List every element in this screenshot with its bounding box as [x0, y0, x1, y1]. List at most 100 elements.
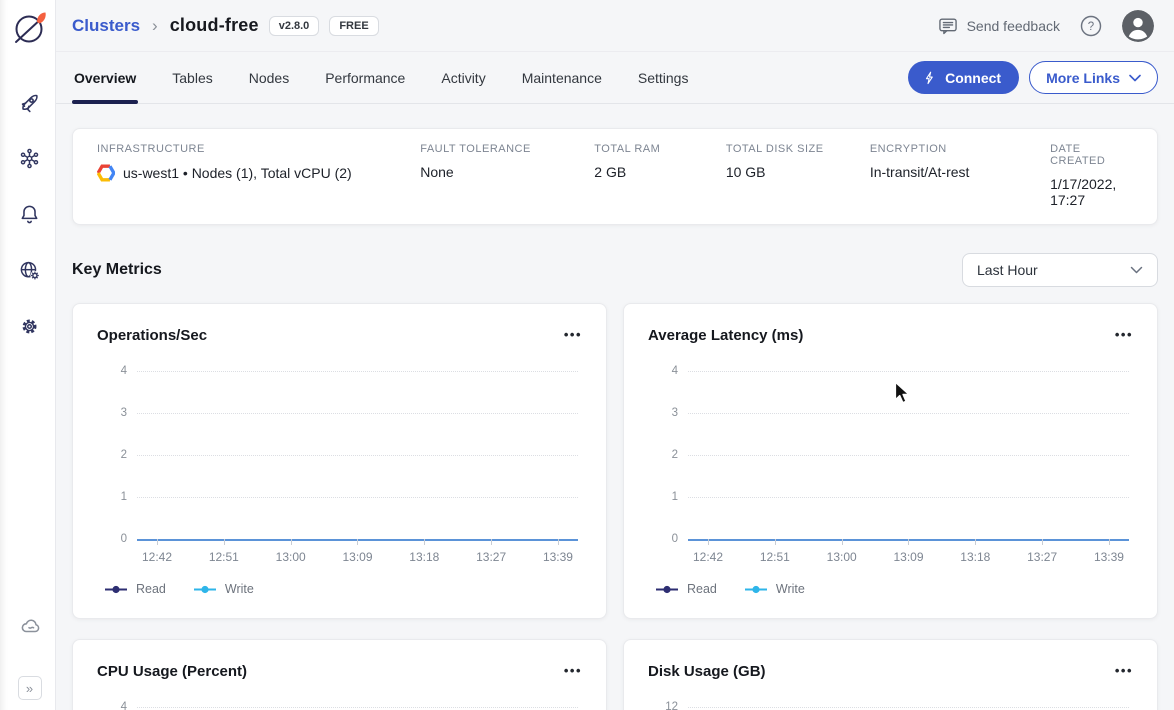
chart-title: Average Latency (ms): [648, 327, 803, 344]
more-links-button[interactable]: More Links: [1029, 61, 1158, 94]
gridline: [688, 707, 1129, 708]
avatar-person-icon: [1122, 10, 1154, 42]
sidebar-item-settings[interactable]: [17, 313, 43, 339]
cloud-status[interactable]: [19, 613, 45, 639]
gridline: [688, 497, 1129, 498]
x-tick: [271, 539, 311, 545]
sidebar-item-organization[interactable]: [17, 257, 43, 283]
x-tick: [688, 539, 728, 545]
breadcrumb-clusters-link[interactable]: Clusters: [72, 16, 140, 36]
chart-plot: 43210: [648, 371, 1133, 539]
sidebar: »: [0, 0, 56, 710]
info-label: DATE CREATED: [1050, 143, 1133, 167]
x-tick: [471, 539, 511, 545]
y-tick-label: 2: [648, 449, 678, 461]
tab-maintenance[interactable]: Maintenance: [520, 52, 604, 103]
x-tick: [404, 539, 444, 545]
x-label: 13:27: [1022, 550, 1062, 564]
gridline: [137, 455, 578, 456]
connect-label: Connect: [945, 70, 1001, 86]
chart-card-disk-usage-gb-: Disk Usage (GB)•••12963012:4212:5113:001…: [623, 639, 1158, 710]
tab-nodes[interactable]: Nodes: [247, 52, 291, 103]
time-range-select[interactable]: Last Hour: [962, 253, 1158, 287]
sidebar-item-networking[interactable]: [17, 145, 43, 171]
x-label: 13:00: [271, 550, 311, 564]
cloud-icon: [19, 614, 44, 639]
y-tick-label: 3: [97, 407, 127, 419]
x-tick: [137, 539, 177, 545]
info-label: ENCRYPTION: [870, 143, 1050, 155]
chevron-down-icon: [1129, 74, 1141, 82]
chart-title: Disk Usage (GB): [648, 663, 766, 680]
chart-card-cpu-usage-percent-: CPU Usage (Percent)•••4321012:4212:5113:…: [72, 639, 607, 710]
chart-menu-button[interactable]: •••: [564, 666, 582, 676]
x-label: 13:18: [404, 550, 444, 564]
ellipsis-icon: •••: [564, 663, 582, 678]
x-label: 13:27: [471, 550, 511, 564]
info-value: 2 GB: [594, 164, 726, 180]
gridline: [688, 413, 1129, 414]
legend-label: Write: [776, 582, 805, 596]
send-feedback-label: Send feedback: [967, 18, 1060, 34]
sidebar-item-alerts[interactable]: [17, 201, 43, 227]
info-column-total-ram: TOTAL RAM 2 GB: [594, 143, 726, 208]
series-marker-icon: [194, 585, 216, 594]
legend-item-write[interactable]: Write: [745, 582, 805, 596]
chevrons-right-icon: »: [26, 681, 33, 696]
legend-item-read[interactable]: Read: [105, 582, 166, 596]
info-value-text: In-transit/At-rest: [870, 164, 970, 180]
chart-header: Average Latency (ms) •••: [648, 324, 1133, 346]
legend-item-read[interactable]: Read: [656, 582, 717, 596]
cluster-name: cloud-free: [170, 15, 259, 36]
x-axis: 12:4212:5113:0013:0913:1813:2713:39: [137, 539, 578, 564]
info-column-infrastructure: INFRASTRUCTURE us-west1 • Nodes (1), Tot…: [97, 143, 420, 208]
help-button[interactable]: ?: [1078, 13, 1104, 39]
key-metrics-title: Key Metrics: [72, 261, 162, 279]
legend-item-write[interactable]: Write: [194, 582, 254, 596]
ellipsis-icon: •••: [1115, 663, 1133, 678]
brand-logo-icon[interactable]: [10, 8, 50, 48]
x-tick-labels: 12:4212:5113:0013:0913:1813:2713:39: [688, 550, 1129, 564]
expand-sidebar-button[interactable]: »: [18, 676, 42, 700]
info-value-text: 2 GB: [594, 164, 626, 180]
version-badge: v2.8.0: [269, 16, 320, 36]
x-tick-labels: 12:4212:5113:0013:0913:1813:2713:39: [137, 550, 578, 564]
tab-activity[interactable]: Activity: [439, 52, 487, 103]
info-value: 10 GB: [726, 164, 870, 180]
x-axis: 12:4212:5113:0013:0913:1813:2713:39: [688, 539, 1129, 564]
x-label: 13:39: [538, 550, 578, 564]
sidebar-item-clusters[interactable]: [17, 89, 43, 115]
legend-label: Read: [136, 582, 166, 596]
connect-button[interactable]: Connect: [908, 61, 1019, 94]
time-range-value: Last Hour: [977, 262, 1038, 278]
user-avatar[interactable]: [1122, 10, 1154, 42]
tab-overview[interactable]: Overview: [72, 52, 138, 103]
info-label: TOTAL RAM: [594, 143, 726, 155]
chart-header: Disk Usage (GB) •••: [648, 660, 1133, 682]
question-circle-icon: ?: [1078, 13, 1104, 39]
info-column-fault-tolerance: FAULT TOLERANCENone: [420, 143, 594, 208]
tab-tables[interactable]: Tables: [170, 52, 214, 103]
lightning-icon: [922, 70, 938, 86]
chart-menu-button[interactable]: •••: [1115, 330, 1133, 340]
rocket-icon: [17, 90, 42, 115]
chart-title: CPU Usage (Percent): [97, 663, 247, 680]
y-tick-label: 4: [97, 365, 127, 377]
chart-card-operations-sec: Operations/Sec•••4321012:4212:5113:0013:…: [72, 303, 607, 619]
tab-settings[interactable]: Settings: [636, 52, 691, 103]
info-column-encryption: ENCRYPTION In-transit/At-rest: [870, 143, 1050, 208]
info-label: INFRASTRUCTURE: [97, 143, 420, 155]
gridline: [688, 371, 1129, 372]
chart-menu-button[interactable]: •••: [564, 330, 582, 340]
gcp-icon: [97, 164, 115, 182]
globe-gear-icon: [17, 258, 42, 283]
send-feedback-button[interactable]: Send feedback: [937, 15, 1060, 37]
tab-performance[interactable]: Performance: [323, 52, 407, 103]
ellipsis-icon: •••: [1115, 327, 1133, 342]
series-marker-icon: [745, 585, 767, 594]
chart-menu-button[interactable]: •••: [1115, 666, 1133, 676]
y-tick-label: 0: [648, 533, 678, 545]
cluster-info-card: INFRASTRUCTURE us-west1 • Nodes (1), Tot…: [72, 128, 1158, 225]
y-tick-label: 2: [97, 449, 127, 461]
x-tick: [1022, 539, 1062, 545]
